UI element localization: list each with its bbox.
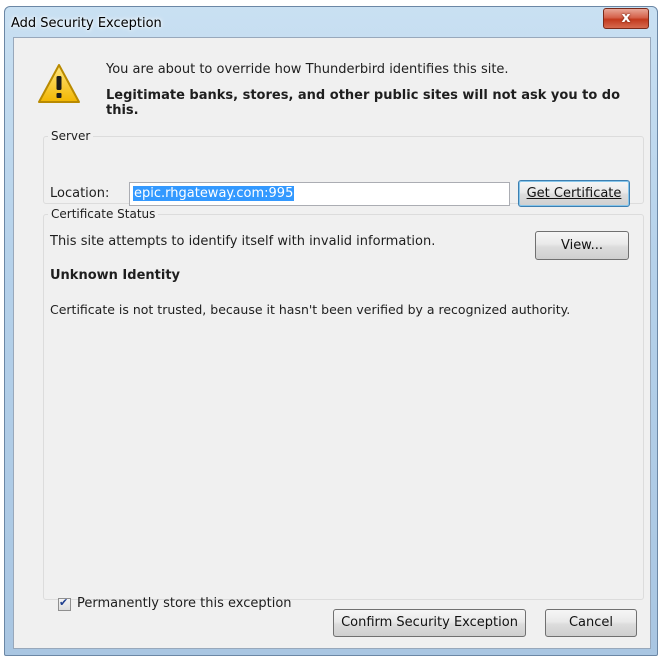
location-input[interactable]: epic.rhgateway.com:995: [129, 182, 510, 206]
warning-bold-text: Legitimate banks, stores, and other publ…: [106, 88, 621, 118]
view-button[interactable]: View...: [535, 231, 629, 260]
permanent-checkbox-text: Permanently store this exception: [77, 596, 292, 611]
identity-heading: Unknown Identity: [50, 268, 181, 283]
warning-text: You are about to override how Thunderbir…: [106, 62, 509, 77]
dialog-body: You are about to override how Thunderbir…: [13, 37, 651, 649]
cancel-button[interactable]: Cancel: [545, 609, 637, 637]
cancel-button-label: Cancel: [568, 615, 614, 630]
close-icon: x: [621, 10, 631, 26]
get-certificate-label: Get Certificate: [526, 186, 622, 201]
view-button-label: View...: [560, 238, 604, 253]
dialog-window: Add Security Exception x You are about t…: [4, 6, 658, 656]
confirm-button-label: Confirm Security Exception: [341, 615, 518, 630]
checkmark-icon: ✔: [59, 596, 69, 609]
server-legend: Server: [48, 129, 94, 143]
location-value: epic.rhgateway.com:995: [133, 186, 295, 201]
close-button[interactable]: x: [603, 8, 649, 29]
permanent-checkbox[interactable]: ✔: [58, 596, 71, 611]
get-certificate-button[interactable]: Get Certificate: [518, 180, 630, 207]
location-label: Location:: [50, 186, 110, 201]
certificate-status-legend: Certificate Status: [48, 207, 159, 221]
permanent-checkbox-label[interactable]: Permanently store this exception: [77, 596, 292, 611]
confirm-security-exception-button[interactable]: Confirm Security Exception: [333, 609, 526, 637]
status-message: This site attempts to identify itself wi…: [50, 234, 436, 249]
warning-triangle-icon: [38, 64, 80, 103]
window-title: Add Security Exception: [11, 16, 162, 31]
certificate-detail: Certificate is not trusted, because it h…: [50, 302, 571, 317]
